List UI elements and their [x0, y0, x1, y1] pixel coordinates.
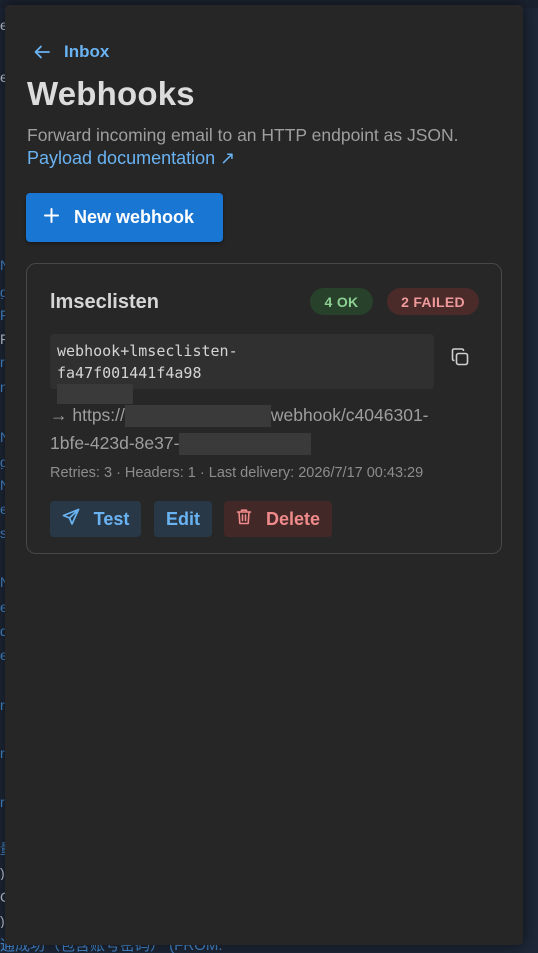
send-icon: [62, 508, 80, 531]
test-webhook-button[interactable]: Test: [50, 501, 141, 537]
address-line-2: fa47f001441f4a98: [57, 364, 202, 382]
address-line-2-row: fa47f001441f4a98: [57, 362, 427, 404]
delete-webhook-button[interactable]: Delete: [224, 501, 332, 537]
endpoint-line-1: → https:// webhook/c4046301-: [50, 401, 470, 429]
delete-label: Delete: [265, 508, 321, 529]
new-webhook-label: New webhook: [74, 207, 195, 227]
plus-icon: [44, 207, 59, 228]
webhook-endpoint-url: → https:// webhook/c4046301- 1bfe-423d-8e…: [50, 401, 470, 457]
endpoint-path: webhook/c4046301-: [270, 405, 429, 425]
redacted-block: [124, 405, 271, 428]
copy-icon: [450, 347, 470, 372]
address-line-1: webhook+lmseclisten-: [57, 342, 238, 360]
page-title: Webhooks: [27, 75, 195, 112]
payload-documentation-link[interactable]: Payload documentation ↗: [27, 148, 235, 169]
back-to-inbox-link[interactable]: Inbox: [34, 41, 109, 63]
webhook-card: lmseclisten 4 OK 2 FAILED webhook+lmsecl…: [26, 263, 502, 554]
copy-address-button[interactable]: [447, 346, 473, 372]
endpoint-line-2: 1bfe-423d-8e37-: [50, 429, 470, 457]
edit-label: Edit: [166, 508, 200, 529]
webhook-meta-info: Retries: 3 · Headers: 1 · Last delivery:…: [50, 465, 424, 481]
failed-count-badge: 2 FAILED: [387, 288, 479, 315]
edit-webhook-button[interactable]: Edit: [154, 501, 212, 537]
page-subtitle: Forward incoming email to an HTTP endpoi…: [27, 125, 459, 145]
webhooks-drawer: Inbox Webhooks Forward incoming email to…: [5, 5, 523, 945]
endpoint-continuation: 1bfe-423d-8e37-: [50, 433, 180, 453]
ok-count-badge: 4 OK: [310, 288, 373, 315]
back-link-label: Inbox: [64, 42, 110, 61]
webhook-name: lmseclisten: [50, 291, 159, 313]
webhook-address: webhook+lmseclisten- fa47f001441f4a98: [50, 334, 434, 404]
endpoint-prefix: → https://: [50, 405, 125, 425]
redacted-block: [179, 433, 312, 456]
new-webhook-button[interactable]: New webhook: [26, 193, 223, 242]
trash-icon: [236, 508, 252, 530]
test-label: Test: [93, 508, 130, 529]
arrow-left-icon: [34, 45, 50, 59]
